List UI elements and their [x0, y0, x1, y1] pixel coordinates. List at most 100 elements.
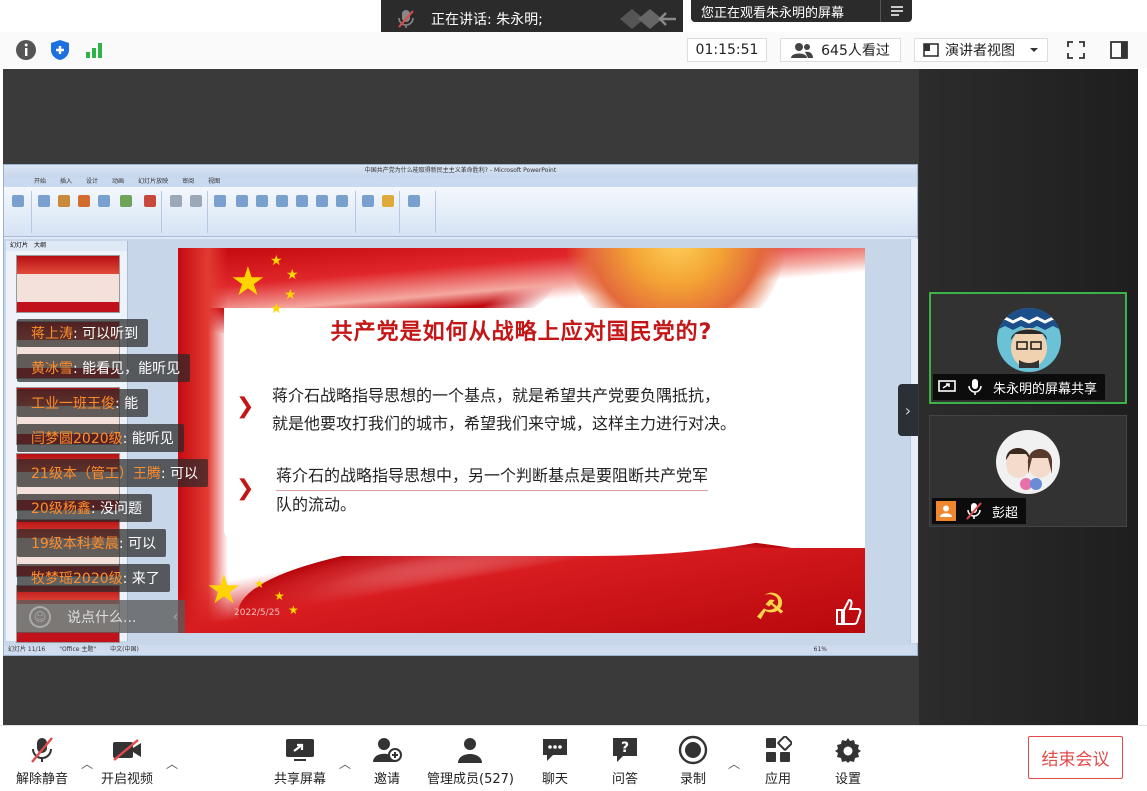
viewers-count: 645人看过 [821, 43, 890, 59]
ppt-status-bar: 幻灯片 11/16 "Office 主题" 中文(中国) 61% [4, 645, 917, 655]
thumbnail-tab[interactable]: 大纲 [34, 241, 46, 251]
ppt-tab[interactable]: 插入 [60, 177, 72, 187]
signal-strength-icon[interactable] [81, 37, 107, 63]
ribbon-tool-icon[interactable] [382, 195, 394, 207]
view-mode-dropdown[interactable]: 演讲者视图 [914, 38, 1048, 62]
ribbon-tool-icon[interactable] [12, 195, 24, 207]
ribbon-tool-icon[interactable] [276, 195, 288, 207]
star-icon: ★ [230, 259, 266, 305]
invite-label: 邀请 [373, 772, 400, 787]
chat-button[interactable]: 聊天 [539, 735, 571, 787]
star-icon: ★ [254, 577, 265, 591]
ribbon-tool-icon[interactable] [170, 195, 182, 207]
slide-text-line: 就是他要攻打我们的城市，希望我们来守城，这样主力进行对决。 [272, 414, 737, 433]
chat-input[interactable]: ☺ 说点什么... ‹ [17, 600, 185, 633]
emoji-icon[interactable]: ☺ [29, 605, 51, 628]
viewing-label: 您正在观看朱永明的屏幕 [701, 5, 845, 21]
ppt-tab[interactable]: 动画 [112, 177, 124, 187]
ppt-ribbon [4, 187, 917, 237]
ribbon-tool-icon[interactable] [120, 195, 132, 207]
star-icon: ★ [206, 567, 242, 613]
participant-label: 彭超 [932, 498, 1027, 524]
fullscreen-icon[interactable] [1063, 37, 1089, 63]
chevron-up-icon[interactable]: ︿ [338, 756, 352, 771]
thumbnail-tabs: 幻灯片 大纲 [6, 241, 127, 251]
gear-icon [832, 735, 864, 765]
ppt-tab[interactable]: 审阅 [182, 177, 194, 187]
start-video-button[interactable]: 开启视频 [101, 735, 153, 787]
chat-text: : 可以听到 [73, 326, 139, 342]
back-arrow-icon[interactable] [613, 7, 683, 31]
ppt-tab[interactable]: 开始 [34, 177, 46, 187]
ribbon-tool-icon[interactable] [38, 195, 50, 207]
ppt-ribbon-tabs: 开始 插入 设计 动画 幻灯片放映 审阅 视图 [4, 177, 917, 187]
chat-sender: 19级本科姜晨 [31, 536, 119, 552]
ribbon-tool-icon[interactable] [408, 195, 420, 207]
ppt-tab[interactable]: 设计 [86, 177, 98, 187]
ribbon-tool-icon[interactable] [214, 195, 226, 207]
thumbs-up-icon[interactable] [834, 598, 864, 628]
qa-label: 问答 [611, 772, 638, 787]
speaking-label: 正在讲话: 朱永明; [431, 12, 543, 28]
ribbon-tool-icon[interactable] [58, 195, 70, 207]
share-screen-button[interactable]: 共享屏幕 [274, 735, 326, 787]
ribbon-tool-icon[interactable] [362, 195, 374, 207]
mic-muted-icon [26, 735, 58, 765]
thumbnail-tab[interactable]: 幻灯片 [10, 241, 28, 251]
chat-message: 21级本（管工）王腾 : 可以 [17, 459, 208, 487]
record-icon [677, 735, 709, 765]
qa-button[interactable]: ? 问答 [609, 735, 641, 787]
ribbon-tool-icon[interactable] [256, 195, 268, 207]
chat-text: : 能听见 [122, 431, 174, 447]
unmute-button[interactable]: 解除静音 [16, 735, 68, 787]
chevron-up-icon[interactable]: ︿ [80, 756, 94, 771]
end-meeting-button[interactable]: 结束会议 [1028, 736, 1123, 779]
security-shield-icon[interactable] [47, 37, 73, 63]
viewers-count-button[interactable]: 645人看过 [780, 38, 901, 62]
ribbon-tool-icon[interactable] [144, 195, 156, 207]
people-icon [791, 43, 814, 58]
chevron-left-icon[interactable]: ‹ [165, 600, 185, 633]
info-icon[interactable] [13, 37, 39, 63]
ribbon-tool-icon[interactable] [190, 195, 202, 207]
participants-icon [454, 735, 486, 765]
collapse-panel-button[interactable]: › [898, 384, 918, 436]
mic-muted-icon [964, 501, 984, 521]
chat-sender: 蒋上涛 [31, 326, 73, 342]
invite-button[interactable]: 邀请 [371, 735, 403, 787]
ribbon-tool-icon[interactable] [236, 195, 248, 207]
settings-label: 设置 [834, 772, 861, 787]
meeting-window: 正在讲话: 朱永明; 您正在观看朱永明的屏幕 01:15:51 645人看过 演… [0, 0, 1147, 791]
chevron-up-icon[interactable]: ︿ [727, 756, 741, 771]
screen-share-icon [937, 377, 957, 397]
participant-tile[interactable]: 彭超 [929, 415, 1127, 527]
ribbon-tool-icon[interactable] [336, 195, 348, 207]
chat-message: 闫梦圆2020级 : 能听见 [17, 424, 184, 452]
sidebar-toggle-icon[interactable] [1106, 37, 1132, 63]
participant-name: 朱永明的屏幕共享 [993, 381, 1098, 397]
record-button[interactable]: 录制 [677, 735, 709, 787]
participant-label: 朱永明的屏幕共享 [933, 374, 1106, 400]
share-screen-label: 共享屏幕 [274, 772, 327, 787]
slide-thumbnail[interactable] [16, 255, 120, 313]
ribbon-tool-icon[interactable] [296, 195, 308, 207]
chat-text: : 没问题 [90, 501, 142, 517]
chevron-up-icon[interactable]: ︿ [165, 756, 179, 771]
participant-tile[interactable]: 朱永明的屏幕共享 [929, 292, 1127, 404]
ppt-title: 中国共产党为什么能取得新民主主义革命胜利? - Microsoft PowerP… [364, 167, 557, 174]
add-user-icon [371, 735, 403, 765]
ppt-title-bar: 中国共产党为什么能取得新民主主义革命胜利? - Microsoft PowerP… [4, 165, 917, 177]
settings-button[interactable]: 设置 [832, 735, 864, 787]
menu-icon[interactable] [880, 0, 912, 22]
star-icon: ★ [274, 589, 285, 603]
chat-sender: 牧梦瑶2020级 [31, 571, 123, 587]
vertical-scrollbar[interactable] [910, 239, 918, 643]
ribbon-tool-icon[interactable] [316, 195, 328, 207]
ppt-tab[interactable]: 幻灯片放映 [138, 177, 168, 187]
ppt-tab[interactable]: 视图 [208, 177, 220, 187]
manage-participants-button[interactable]: 管理成员(527) [427, 735, 514, 787]
ribbon-tool-icon[interactable] [98, 195, 110, 207]
apps-button[interactable]: 应用 [762, 735, 794, 787]
ribbon-tool-icon[interactable] [78, 195, 90, 207]
caret-down-icon [1030, 48, 1038, 52]
